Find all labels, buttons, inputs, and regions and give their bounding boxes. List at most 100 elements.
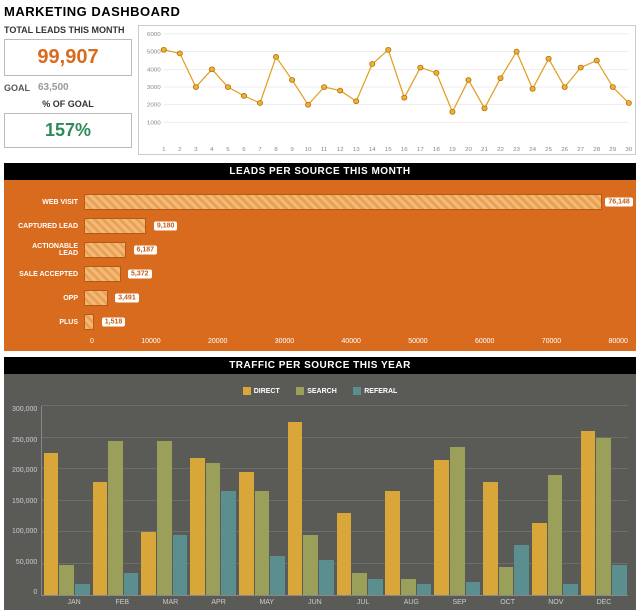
vbar [108, 441, 123, 595]
hbar-label: PLUS [12, 319, 84, 326]
hbar-label: SALE ACCEPTED [12, 271, 84, 278]
svg-text:11: 11 [321, 147, 328, 153]
vbar [548, 475, 563, 595]
svg-text:26: 26 [561, 147, 569, 153]
vbar-group [579, 406, 628, 595]
leads-per-source-chart: WEB VISIT 76,148 CAPTURED LEAD 9,180 ACT… [12, 190, 628, 334]
vbar [401, 579, 416, 595]
kpi-total-box: 99,907 [4, 39, 132, 76]
top-row: TOTAL LEADS THIS MONTH 99,907 GOAL 63,50… [4, 25, 636, 155]
hbar-value: 1,518 [102, 318, 126, 327]
vbar [612, 565, 627, 595]
svg-text:27: 27 [577, 147, 585, 153]
hbar-row: PLUS 1,518 [12, 310, 628, 334]
legend-swatch-referal [353, 387, 361, 395]
svg-text:17: 17 [417, 147, 425, 153]
hbar: 76,148 [84, 194, 602, 210]
hbar-row: ACTIONABLE LEAD 6,187 [12, 238, 628, 262]
svg-text:25: 25 [545, 147, 553, 153]
daily-leads-chart: 1000200030004000500060001234567891011121… [138, 25, 636, 155]
hbar-label: WEB VISIT [12, 199, 84, 206]
svg-text:29: 29 [609, 147, 617, 153]
hbar-track: 1,518 [84, 314, 628, 330]
vbar-group [286, 406, 335, 595]
hbar-track: 6,187 [84, 242, 628, 258]
hbar-value: 76,148 [605, 198, 632, 207]
hbar-value: 6,187 [134, 246, 158, 255]
svg-text:3: 3 [194, 147, 198, 153]
legend-swatch-search [296, 387, 304, 395]
vbar [157, 441, 172, 595]
svg-text:9: 9 [290, 147, 294, 153]
vbar [319, 560, 334, 595]
vbar [434, 460, 449, 595]
leads-x-axis: 0100002000030000400005000060000700008000… [90, 338, 628, 345]
svg-text:4: 4 [210, 147, 214, 153]
legend-direct: DIRECT [243, 387, 280, 395]
vbar [352, 573, 367, 595]
svg-text:10: 10 [305, 147, 313, 153]
svg-text:5000: 5000 [147, 50, 161, 56]
hbar-track: 5,372 [84, 266, 628, 282]
vbar [270, 556, 285, 595]
svg-text:7: 7 [258, 147, 262, 153]
svg-text:23: 23 [513, 147, 521, 153]
vbar [206, 463, 221, 595]
svg-text:1000: 1000 [147, 121, 161, 127]
vbar [239, 472, 254, 595]
vbar [499, 567, 514, 595]
svg-text:19: 19 [449, 147, 457, 153]
hbar-row: OPP 3,491 [12, 286, 628, 310]
svg-text:15: 15 [385, 147, 393, 153]
vbar [44, 453, 59, 595]
hbar-row: SALE ACCEPTED 5,372 [12, 262, 628, 286]
leads-section-header: LEADS PER SOURCE THIS MONTH [4, 163, 636, 180]
vbar [466, 582, 481, 595]
traffic-legend: DIRECT SEARCH REFERAL [12, 382, 628, 400]
kpi-goal-value: 63,500 [38, 82, 69, 93]
svg-text:5: 5 [226, 147, 230, 153]
hbar-value: 9,180 [154, 222, 178, 231]
hbar: 9,180 [84, 218, 146, 234]
vbar [385, 491, 400, 595]
vbar [173, 535, 188, 595]
kpi-pct-value: 157% [45, 120, 91, 140]
svg-text:21: 21 [481, 147, 489, 153]
hbar: 1,518 [84, 314, 94, 330]
vbar [368, 579, 383, 595]
svg-text:14: 14 [369, 147, 377, 153]
vbar [581, 431, 596, 595]
hbar-row: WEB VISIT 76,148 [12, 190, 628, 214]
vbar-group [384, 406, 433, 595]
svg-text:24: 24 [529, 147, 537, 153]
hbar-value: 5,372 [128, 270, 152, 279]
vbar [303, 535, 318, 595]
svg-text:30: 30 [625, 147, 633, 153]
kpi-total-label: TOTAL LEADS THIS MONTH [4, 25, 132, 35]
vbar-group [91, 406, 140, 595]
vbar [288, 422, 303, 595]
traffic-y-axis: 300,000250,000200,000150,000100,00050,00… [12, 406, 41, 596]
hbar-label: OPP [12, 295, 84, 302]
hbar-row: CAPTURED LEAD 9,180 [12, 214, 628, 238]
legend-swatch-direct [243, 387, 251, 395]
vbar [532, 523, 547, 595]
svg-text:1: 1 [162, 147, 166, 153]
vbar-group [530, 406, 579, 595]
vbar [59, 565, 74, 595]
traffic-panel: DIRECT SEARCH REFERAL 300,000250,000200,… [4, 374, 636, 610]
svg-text:16: 16 [401, 147, 409, 153]
kpi-pct-box: 157% [4, 113, 132, 148]
vbar [190, 458, 205, 595]
traffic-per-source-chart: 300,000250,000200,000150,000100,00050,00… [12, 406, 628, 596]
leads-panel: WEB VISIT 76,148 CAPTURED LEAD 9,180 ACT… [4, 180, 636, 351]
hbar-label: CAPTURED LEAD [12, 223, 84, 230]
hbar-value: 3,491 [115, 294, 139, 303]
kpi-goal-label: GOAL [4, 83, 30, 93]
vbar [141, 532, 156, 595]
vbar [483, 482, 498, 595]
traffic-plot-area [41, 406, 628, 596]
svg-text:13: 13 [353, 147, 361, 153]
vbar [221, 491, 236, 595]
vbar [255, 491, 270, 595]
